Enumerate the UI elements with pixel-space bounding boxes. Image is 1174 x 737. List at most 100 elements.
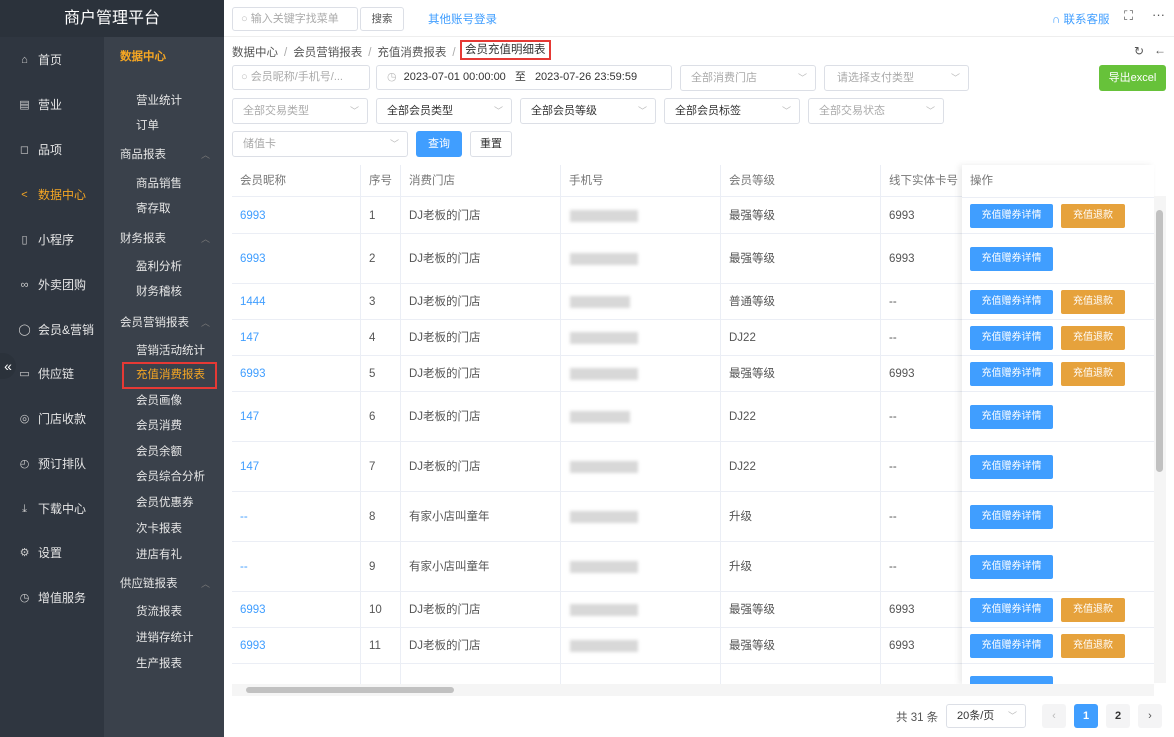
member-nickname[interactable]: 147 (240, 320, 259, 356)
sub-nav-group[interactable]: 会员营销报表 ︿ (120, 313, 224, 333)
sub-nav-item[interactable]: 会员消费 (136, 416, 182, 436)
recharge-coupon-detail-button[interactable]: 充值赠券详情 (970, 204, 1053, 228)
nav-item[interactable]: ◻ 品项 (0, 138, 104, 162)
member-nickname[interactable]: 6993 (240, 592, 266, 628)
sub-nav-item[interactable]: 会员综合分析 (136, 467, 205, 487)
sub-nav-item[interactable]: 进店有礼 (136, 545, 182, 565)
date-range-picker[interactable]: ◷ 2023-07-01 00:00:00 至 2023-07-26 23:59… (376, 65, 672, 90)
member-nickname[interactable]: 1444 (240, 284, 266, 320)
sub-nav-group[interactable]: 商品报表 ︿ (120, 145, 224, 165)
recharge-refund-button[interactable]: 充值退款 (1061, 204, 1125, 228)
recharge-refund-button[interactable]: 充值退款 (1061, 326, 1125, 350)
nav-item[interactable]: ⌂ 首页 (0, 48, 104, 72)
sub-nav-item[interactable]: 寄存取 (136, 199, 171, 219)
recharge-coupon-detail-button[interactable]: 充值赠券详情 (970, 598, 1053, 622)
nav-item[interactable]: ∞ 外卖团购 (0, 273, 104, 297)
sub-nav-item[interactable]: 盈利分析 (136, 257, 182, 277)
nav-item[interactable]: ◎ 门店收款 (0, 407, 104, 431)
sub-nav-item[interactable]: 会员画像 (136, 391, 182, 411)
nav-item[interactable]: < 数据中心 (0, 183, 104, 207)
member-nickname[interactable]: 147 (240, 392, 259, 442)
nav-item[interactable]: ◯ 会员&营销 (0, 318, 104, 342)
recharge-coupon-detail-button[interactable]: 充值赠券详情 (970, 290, 1053, 314)
sub-nav-header: 数据中心 (120, 51, 166, 63)
card-type-select[interactable]: 储值卡 ﹀ (232, 131, 408, 157)
next-page-button[interactable]: › (1138, 704, 1162, 728)
store-select[interactable]: 全部消费门店 ﹀ (680, 65, 816, 91)
nav-item-label: 外卖团购 (38, 278, 87, 292)
recharge-coupon-detail-button[interactable]: 充值赠券详情 (970, 505, 1053, 529)
page-size-select[interactable]: 20条/页 ﹀ (946, 704, 1026, 728)
horizontal-scrollbar[interactable] (232, 684, 1154, 696)
recharge-coupon-detail-button[interactable]: 充值赠券详情 (970, 326, 1053, 350)
member-nickname[interactable]: 147 (240, 442, 259, 492)
breadcrumb-item[interactable]: 会员营销报表 (293, 47, 362, 59)
fullscreen-icon[interactable]: ⛶ (1124, 8, 1133, 24)
member-search-input[interactable]: ○ 会员昵称/手机号/... (232, 65, 370, 90)
recharge-refund-button[interactable]: 充值退款 (1061, 598, 1125, 622)
export-excel-button[interactable]: 导出excel (1099, 65, 1166, 91)
trade-status-select[interactable]: 全部交易状态 ﹀ (808, 98, 944, 124)
recharge-coupon-detail-button[interactable]: 充值赠券详情 (970, 247, 1053, 271)
sub-nav-item[interactable]: 生产报表 (136, 654, 182, 674)
home-icon: ⌂ (21, 54, 28, 66)
recharge-refund-button[interactable]: 充值退款 (1061, 290, 1125, 314)
vertical-scrollbar[interactable] (1154, 196, 1166, 683)
recharge-coupon-detail-button[interactable]: 充值赠券详情 (970, 634, 1053, 658)
sub-nav-group[interactable]: 财务报表 ︿ (120, 229, 224, 249)
breadcrumb-item[interactable]: 充值消费报表 (377, 47, 446, 59)
recharge-coupon-detail-button[interactable]: 充值赠券详情 (970, 405, 1053, 429)
pay-type-select[interactable]: 请选择支付类型 ﹀ (824, 65, 969, 91)
breadcrumb-item[interactable]: 数据中心 (232, 47, 278, 59)
nav-item[interactable]: ◷ 增值服务 (0, 586, 104, 610)
member-nickname[interactable]: 6993 (240, 628, 266, 664)
sub-nav-item[interactable]: 会员余额 (136, 442, 182, 462)
operation-cell: 充值赠券详情 充值退款 (962, 198, 1154, 234)
page-1-button[interactable]: 1 (1074, 704, 1098, 728)
card-number: 6993 (889, 210, 915, 222)
search-button[interactable]: 搜索 (360, 7, 404, 31)
member-nickname[interactable]: 6993 (240, 198, 266, 234)
prev-page-button[interactable]: ‹ (1042, 704, 1066, 728)
nav-item[interactable]: ⤓ 下载中心 (0, 497, 104, 521)
more-icon[interactable]: ··· (1152, 7, 1165, 22)
horizontal-scroll-thumb[interactable] (246, 687, 454, 693)
member-level-select[interactable]: 全部会员等级 ﹀ (520, 98, 656, 124)
sub-nav-item[interactable]: 财务稽核 (136, 282, 182, 302)
recharge-coupon-detail-button[interactable]: 充值赠券详情 (970, 362, 1053, 386)
recharge-refund-button[interactable]: 充值退款 (1061, 362, 1125, 386)
sub-nav-item[interactable]: 次卡报表 (136, 519, 182, 539)
back-icon[interactable]: ← (1154, 43, 1166, 57)
vertical-scroll-thumb[interactable] (1156, 210, 1163, 472)
recharge-refund-button[interactable]: 充值退款 (1061, 634, 1125, 658)
nav-item[interactable]: ◴ 预订排队 (0, 452, 104, 476)
member-type-select[interactable]: 全部会员类型 ﹀ (376, 98, 512, 124)
page-2-button[interactable]: 2 (1106, 704, 1130, 728)
sub-nav-item[interactable]: 商品销售 (136, 174, 182, 194)
sub-nav-item[interactable]: 订单 (136, 116, 159, 136)
member-nickname[interactable]: 6993 (240, 234, 266, 284)
sub-nav-group[interactable]: 供应链报表 ︿ (120, 574, 224, 594)
operation-cell: 充值赠券详情 (962, 392, 1154, 442)
recharge-coupon-detail-button[interactable]: 充值赠券详情 (970, 555, 1053, 579)
sub-nav-item[interactable]: 货流报表 (136, 602, 182, 622)
recharge-coupon-detail-button[interactable]: 充值赠券详情 (970, 455, 1053, 479)
sub-nav-item[interactable]: 充值消费报表 (122, 362, 217, 389)
trade-type-select[interactable]: 全部交易类型 ﹀ (232, 98, 368, 124)
other-login-link[interactable]: 其他账号登录 (428, 11, 497, 27)
nav-item[interactable]: ▯ 小程序 (0, 228, 104, 252)
refresh-icon[interactable]: ↻ (1134, 44, 1144, 58)
contact-service-link[interactable]: ∩ 联系客服 (1052, 11, 1109, 27)
nav-item[interactable]: ▤ 营业 (0, 93, 104, 117)
sub-nav-item[interactable]: 营销活动统计 (136, 341, 205, 361)
member-nickname[interactable]: 6993 (240, 356, 266, 392)
query-button[interactable]: 查询 (416, 131, 462, 157)
member-tag-select[interactable]: 全部会员标签 ﹀ (664, 98, 800, 124)
sub-nav-item[interactable]: 会员优惠券 (136, 493, 194, 513)
reset-button[interactable]: 重置 (470, 131, 512, 157)
nav-item[interactable]: ⚙ 设置 (0, 541, 104, 565)
sub-nav-item[interactable]: 进销存统计 (136, 628, 194, 648)
sub-nav-item[interactable]: 营业统计 (136, 91, 182, 111)
date-end: 2023-07-26 23:59:59 (534, 71, 638, 83)
menu-search-input[interactable]: ○ 输入关键字找菜单 (232, 7, 358, 31)
